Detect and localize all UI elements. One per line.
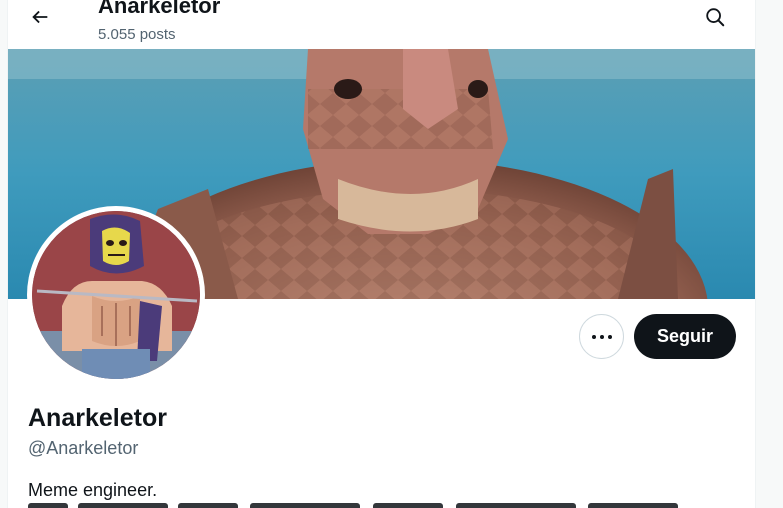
avatar[interactable]: [27, 206, 205, 384]
header-title: Anarkeletor: [98, 0, 221, 18]
post-count: 5.055 posts: [98, 26, 176, 43]
follow-button[interactable]: Seguir: [634, 314, 736, 359]
back-button[interactable]: [22, 0, 58, 34]
search-button[interactable]: [697, 0, 733, 34]
more-button[interactable]: [579, 314, 624, 359]
display-name: Anarkeletor: [28, 404, 167, 432]
bio-text-continued-cropped: [28, 503, 688, 508]
handle: @Anarkeletor: [28, 438, 139, 458]
profile-header: Anarkeletor 5.055 posts: [8, 0, 755, 49]
search-icon: [706, 8, 725, 27]
arrow-left-icon: [32, 10, 48, 24]
more-horizontal-icon: [591, 334, 612, 339]
profile-column: Anarkeletor 5.055 posts Seguir Anarkelet…: [7, 0, 756, 508]
bio-text: Meme engineer.: [28, 480, 158, 500]
